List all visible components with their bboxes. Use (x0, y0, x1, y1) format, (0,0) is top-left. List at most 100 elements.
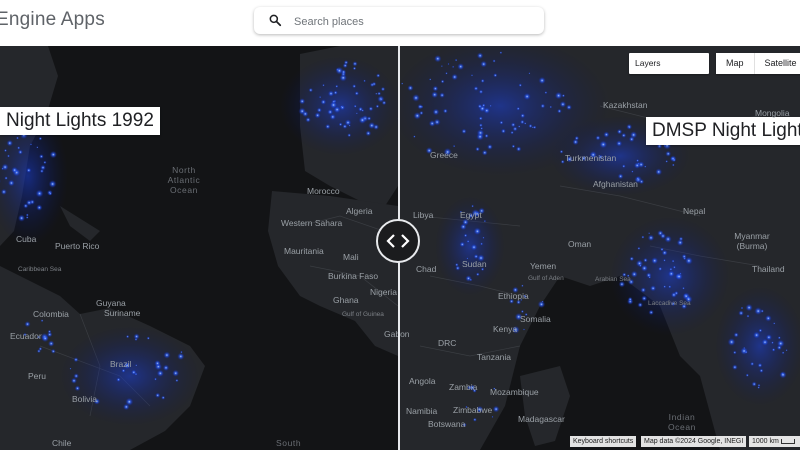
city-light (432, 108, 440, 116)
city-light (340, 69, 347, 75)
city-light (540, 103, 546, 109)
place-label: Nigeria (370, 287, 397, 297)
city-light (648, 309, 654, 316)
left-layer-label: Night Lights 1992 (0, 107, 160, 135)
city-light (401, 82, 404, 85)
city-light (365, 130, 372, 137)
city-light (470, 74, 474, 77)
place-label: Libya (413, 210, 434, 220)
scale-bar[interactable]: 1000 km (749, 436, 800, 447)
city-light (668, 285, 672, 289)
city-light (447, 63, 450, 65)
city-light (738, 310, 744, 316)
city-light (17, 149, 23, 155)
city-light (121, 368, 126, 373)
place-label: Chad (416, 264, 437, 274)
city-light (322, 83, 325, 87)
city-light (628, 136, 635, 143)
place-label: Burkina Faso (328, 271, 379, 281)
city-light (676, 239, 684, 247)
place-label: Ghana (333, 295, 359, 305)
city-light (528, 72, 531, 75)
city-light (751, 381, 757, 387)
city-light (667, 270, 675, 278)
city-light (413, 135, 416, 138)
city-light (672, 158, 677, 162)
map-type-satellite-button[interactable]: Satellite (755, 53, 800, 74)
search-box[interactable] (254, 7, 544, 34)
city-light (25, 199, 33, 206)
city-light (343, 60, 349, 65)
city-light (352, 66, 357, 71)
city-light (432, 85, 439, 92)
map-type-map-button[interactable]: Map (716, 53, 755, 74)
place-label: Myanmar (Burma) (734, 231, 770, 251)
place-label: Morocco (307, 186, 340, 196)
city-light (452, 65, 455, 68)
city-light (347, 133, 352, 138)
split-handle[interactable] (376, 219, 420, 263)
city-light (146, 336, 150, 340)
city-light (603, 131, 610, 138)
city-light (162, 364, 170, 372)
city-light (663, 258, 666, 262)
city-light (43, 160, 47, 165)
city-light (641, 295, 648, 302)
ocean-label: Indian Ocean (662, 412, 702, 432)
map-canvas[interactable]: Night Lights 1992 DMSP Night Lights Nort… (0, 46, 800, 450)
place-label: Somalia (520, 314, 551, 324)
city-light (463, 233, 468, 238)
city-light (621, 132, 627, 138)
city-light (376, 73, 381, 78)
city-light (156, 369, 165, 378)
city-light (472, 417, 477, 422)
city-light (750, 361, 755, 366)
city-light (412, 93, 420, 102)
city-light (478, 116, 483, 121)
place-label: Angola (409, 376, 436, 386)
city-light (454, 58, 458, 62)
city-light (649, 285, 657, 292)
city-light (3, 148, 8, 153)
place-label: Ecuador (10, 331, 42, 341)
city-light (17, 214, 26, 222)
place-label: Brazil (110, 359, 132, 369)
city-light (0, 188, 7, 195)
place-label: Nepal (683, 206, 706, 216)
city-light (35, 189, 44, 198)
city-light (764, 314, 772, 322)
place-label: Suriname (104, 308, 141, 318)
city-light (631, 170, 634, 173)
place-label: Oman (568, 239, 592, 249)
city-light (648, 232, 651, 235)
city-light (439, 92, 445, 99)
city-light (615, 140, 623, 147)
city-light (660, 247, 664, 252)
city-light (521, 284, 524, 288)
city-light (574, 135, 580, 141)
city-light (733, 332, 739, 338)
city-light (554, 91, 563, 100)
place-label: Western Sahara (281, 218, 343, 228)
app-title: Engine Apps (0, 9, 105, 30)
city-light (36, 146, 39, 149)
city-light (25, 216, 29, 219)
place-label: Thailand (752, 264, 785, 274)
city-light (177, 352, 185, 361)
city-light (659, 232, 667, 240)
search-input[interactable] (292, 11, 536, 32)
city-light (746, 314, 750, 318)
layers-dropdown[interactable]: Layers (629, 53, 709, 74)
city-light (459, 241, 466, 248)
scale-line (780, 438, 795, 444)
city-light (161, 395, 166, 400)
place-label: Cuba (16, 234, 37, 244)
city-light (371, 81, 377, 87)
city-light (655, 168, 663, 176)
place-label: Mauritania (284, 246, 324, 256)
place-label: Mali (343, 252, 359, 262)
city-light (672, 265, 677, 269)
city-light (779, 371, 787, 379)
city-light (515, 146, 522, 152)
keyboard-shortcuts-link[interactable]: Keyboard shortcuts (570, 436, 637, 447)
